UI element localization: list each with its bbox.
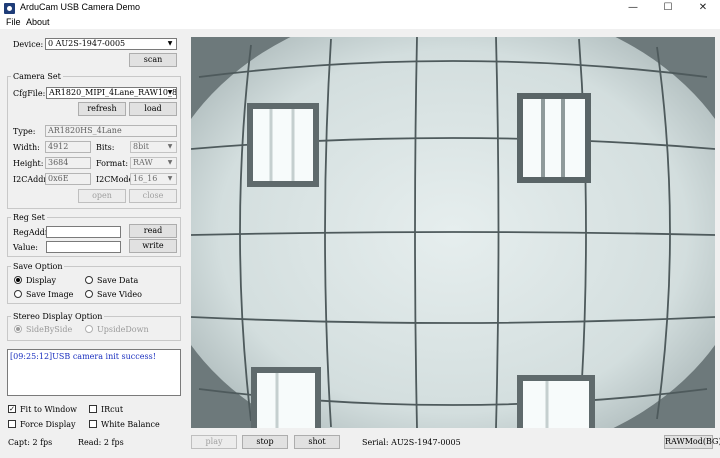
- log-textbox[interactable]: [09:25:12]USB camera init success!: [7, 349, 181, 396]
- upside-down-radio[interactable]: [85, 325, 93, 333]
- shot-button[interactable]: shot: [294, 435, 340, 449]
- value-label: Value:: [13, 243, 38, 252]
- chevron-down-icon: ▼: [167, 40, 173, 47]
- i2caddr-field: 0x6E: [45, 173, 91, 185]
- menu-bar: File About: [0, 17, 720, 29]
- chevron-down-icon: ▼: [167, 159, 173, 166]
- scan-button[interactable]: scan: [129, 53, 177, 67]
- device-select-value: 0 AU2S-1947-0005: [48, 39, 126, 48]
- type-field: AR1820HS_4Lane: [45, 125, 177, 137]
- cfgfile-select-value: AR1820_MIPI_4Lane_RAW10_8b_491: [49, 88, 177, 97]
- i2cmode-select[interactable]: 16_16 ▼: [130, 173, 177, 185]
- close-button[interactable]: close: [129, 189, 177, 203]
- light-fixture-bottom-left: [251, 367, 321, 428]
- read-fps: Read: 2 fps: [78, 438, 124, 447]
- ceiling-image: [191, 37, 715, 428]
- save-option-title: Save Option: [11, 262, 65, 271]
- width-field: 4912: [45, 141, 91, 153]
- serial-label: Serial: AU2S-1947-0005: [362, 438, 461, 447]
- refresh-button[interactable]: refresh: [78, 102, 126, 116]
- side-by-side-radio[interactable]: [14, 325, 22, 333]
- save-video-radio-label: Save Video: [97, 290, 142, 299]
- write-button[interactable]: write: [129, 239, 177, 253]
- log-line: [09:25:12]USB camera init success!: [10, 352, 156, 361]
- light-fixture-bottom-right: [517, 375, 595, 428]
- bits-label: Bits:: [96, 143, 115, 152]
- device-select[interactable]: 0 AU2S-1947-0005 ▼: [45, 38, 177, 50]
- cfgfile-select[interactable]: AR1820_MIPI_4Lane_RAW10_8b_491 ▼: [46, 87, 177, 99]
- format-select-value: RAW: [133, 158, 153, 167]
- width-label: Width:: [13, 143, 40, 152]
- save-data-radio[interactable]: [85, 276, 93, 284]
- value-input[interactable]: [46, 241, 121, 253]
- side-by-side-radio-label: SideBySide: [26, 325, 73, 334]
- chevron-down-icon: ▼: [167, 143, 173, 150]
- type-label: Type:: [13, 127, 36, 136]
- load-button[interactable]: load: [129, 102, 177, 116]
- rawmod-button[interactable]: RAWMod(BG): [664, 435, 720, 449]
- play-button[interactable]: play: [191, 435, 237, 449]
- force-display-checkbox[interactable]: [8, 420, 16, 428]
- display-radio[interactable]: [14, 276, 22, 284]
- window-title: ArduCam USB Camera Demo: [20, 2, 141, 12]
- upside-down-radio-label: UpsideDown: [97, 325, 149, 334]
- display-radio-label: Display: [26, 276, 57, 285]
- open-button[interactable]: open: [78, 189, 126, 203]
- format-label: Format:: [96, 159, 129, 168]
- chevron-down-icon: ▼: [167, 175, 173, 182]
- bits-select[interactable]: 8bit ▼: [130, 141, 177, 153]
- save-image-radio-label: Save Image: [26, 290, 74, 299]
- capture-fps: Capt: 2 fps: [8, 438, 53, 447]
- read-button[interactable]: read: [129, 224, 177, 238]
- device-label: Device:: [13, 40, 44, 49]
- stereo-option-title: Stereo Display Option: [11, 312, 105, 321]
- light-fixture-top-right: [517, 93, 591, 183]
- ircut-label: IRcut: [101, 405, 124, 414]
- close-icon[interactable]: ✕: [686, 0, 720, 17]
- format-select[interactable]: RAW ▼: [130, 157, 177, 169]
- menu-about[interactable]: About: [26, 17, 50, 27]
- minimize-icon[interactable]: —: [616, 0, 650, 17]
- height-field: 3684: [45, 157, 91, 169]
- maximize-icon[interactable]: ☐: [651, 0, 685, 17]
- force-display-label: Force Display: [20, 420, 76, 429]
- light-fixture-top-left: [247, 103, 319, 187]
- fit-to-window-label: Fit to Window: [20, 405, 78, 414]
- camera-preview[interactable]: [191, 37, 715, 428]
- cfgfile-label: CfgFile:: [13, 89, 46, 98]
- regaddr-input[interactable]: [46, 226, 121, 238]
- height-label: Height:: [13, 159, 44, 168]
- menu-file[interactable]: File: [6, 17, 21, 27]
- save-image-radio[interactable]: [14, 290, 22, 298]
- ircut-checkbox[interactable]: [89, 405, 97, 413]
- save-video-radio[interactable]: [85, 290, 93, 298]
- bits-select-value: 8bit: [133, 142, 149, 151]
- white-balance-checkbox[interactable]: [89, 420, 97, 428]
- arducam-app-icon: [4, 3, 15, 14]
- fit-to-window-checkbox[interactable]: ✓: [8, 405, 16, 413]
- title-bar: ArduCam USB Camera Demo — ☐ ✕: [0, 0, 720, 17]
- camera-set-title: Camera Set: [11, 72, 63, 81]
- reg-set-title: Reg Set: [11, 213, 47, 222]
- i2cmode-select-value: 16_16: [133, 174, 158, 183]
- stop-button[interactable]: stop: [242, 435, 288, 449]
- white-balance-label: White Balance: [101, 420, 160, 429]
- save-data-radio-label: Save Data: [97, 276, 139, 285]
- chevron-down-icon: ▼: [167, 89, 173, 96]
